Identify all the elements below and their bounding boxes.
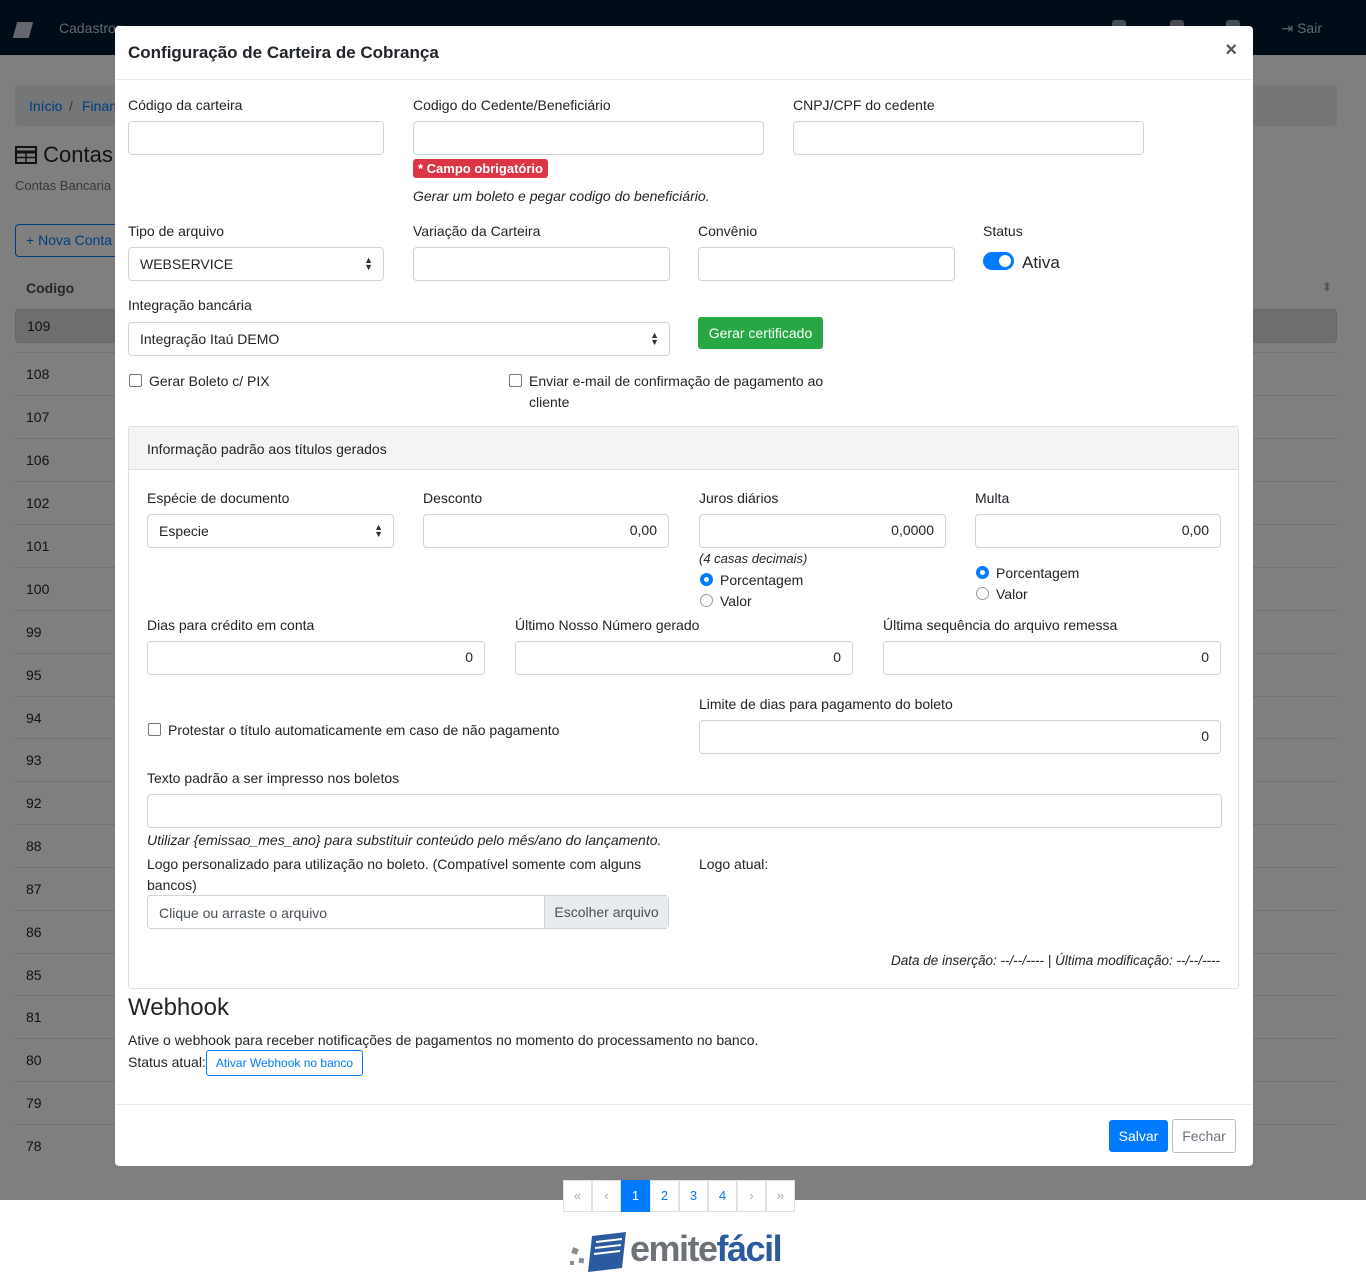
- enviar-email-checkbox[interactable]: [509, 374, 522, 387]
- multa-valor-radio[interactable]: [976, 587, 989, 600]
- protestar-label: Protestar o título automaticamente em ca…: [168, 722, 560, 738]
- multa-porcentagem-radio[interactable]: [976, 566, 989, 579]
- modal-header: Configuração de Carteira de Cobrança ×: [115, 26, 1253, 80]
- logo-file-input[interactable]: Clique ou arraste o arquivo Escolher arq…: [147, 895, 669, 929]
- wallet-config-modal: Configuração de Carteira de Cobrança × C…: [115, 26, 1253, 1166]
- limite-dias-input[interactable]: 0: [699, 720, 1221, 754]
- select-caret-icon: ▲ ▼: [374, 522, 383, 539]
- page-link[interactable]: 2: [650, 1180, 679, 1212]
- tipo-arquivo-select[interactable]: WEBSERVICE ▲ ▼: [128, 247, 384, 281]
- label-logo-2: bancos): [147, 877, 197, 893]
- ultima-sequencia-input[interactable]: 0: [883, 641, 1221, 675]
- label-especie: Espécie de documento: [147, 490, 290, 506]
- save-button[interactable]: Salvar: [1109, 1120, 1168, 1152]
- default-info-card: Informação padrão aos títulos gerados Es…: [128, 426, 1239, 989]
- required-badge: * Campo obrigatório: [413, 159, 548, 178]
- emitefacil-mark: [570, 1232, 626, 1272]
- multa-porcentagem-label: Porcentagem: [996, 565, 1080, 581]
- juros-valor-label: Valor: [720, 593, 752, 609]
- codigo-carteira-input[interactable]: [128, 121, 384, 155]
- emitefacil-wordmark: emitefácil: [630, 1228, 783, 1270]
- label-cnpj-cedente: CNPJ/CPF do cedente: [793, 97, 935, 113]
- label-tipo-arquivo: Tipo de arquivo: [128, 223, 224, 239]
- label-dias-credito: Dias para crédito em conta: [147, 617, 315, 633]
- protestar-checkbox[interactable]: [148, 723, 161, 736]
- page-link[interactable]: »: [766, 1180, 795, 1212]
- multa-valor-label: Valor: [996, 586, 1028, 602]
- tipo-arquivo-value: WEBSERVICE: [140, 256, 234, 272]
- juros-porcentagem-radio[interactable]: [700, 573, 713, 586]
- status-value: Ativa: [1022, 253, 1060, 272]
- enviar-email-label: Enviar e-mail de confirmação de pagament…: [529, 373, 824, 389]
- modal-title: Configuração de Carteira de Cobrança: [128, 43, 439, 62]
- webhook-title: Webhook: [128, 994, 229, 1021]
- page-link[interactable]: ›: [737, 1180, 766, 1212]
- juros-input[interactable]: 0,0000: [699, 514, 946, 548]
- label-logo: Logo personalizado para utilização no bo…: [147, 856, 642, 872]
- integracao-select[interactable]: Integração Itaú DEMO ▲ ▼: [128, 322, 670, 356]
- especie-value: Especie: [159, 523, 209, 539]
- card-title: Informação padrão aos títulos gerados: [129, 427, 1238, 470]
- emitefacil-logo: emitefácil: [564, 1222, 794, 1276]
- label-integracao: Integração bancária: [128, 297, 252, 313]
- label-codigo-carteira: Código da carteira: [128, 97, 243, 113]
- modal-footer-divider: [115, 1104, 1253, 1105]
- pagination: «‹ 1 2 3 4 ›»: [563, 1180, 795, 1212]
- convenio-input[interactable]: [698, 247, 955, 281]
- gerar-certificado-button[interactable]: Gerar certificado: [698, 317, 823, 349]
- cedente-hint: Gerar um boleto e pegar codigo do benefi…: [413, 188, 710, 204]
- integracao-value: Integração Itaú DEMO: [140, 331, 280, 347]
- ultimo-nosso-numero-input[interactable]: 0: [515, 641, 853, 675]
- desconto-input[interactable]: 0,00: [423, 514, 669, 548]
- label-convenio: Convênio: [698, 223, 758, 239]
- webhook-description: Ative o webhook para receber notificaçõe…: [128, 1032, 759, 1048]
- label-limite-dias: Limite de dias para pagamento do boleto: [699, 696, 953, 712]
- gerar-pix-label: Gerar Boleto c/ PIX: [149, 373, 270, 389]
- page-link[interactable]: 3: [679, 1180, 708, 1212]
- texto-padrao-hint: Utilizar {emissao_mes_ano} para substitu…: [147, 832, 662, 848]
- dias-credito-input[interactable]: 0: [147, 641, 485, 675]
- escolher-arquivo-button[interactable]: Escolher arquivo: [544, 896, 668, 928]
- close-icon[interactable]: ×: [1225, 39, 1237, 62]
- label-codigo-cedente: Codigo do Cedente/Beneficiário: [413, 97, 611, 113]
- page-link[interactable]: «: [563, 1180, 592, 1212]
- brand-part2: fácil: [716, 1228, 783, 1269]
- brand-part1: emite: [630, 1228, 718, 1269]
- cnpj-cedente-input[interactable]: [793, 121, 1144, 155]
- webhook-status-label: Status atual:: [128, 1054, 206, 1070]
- juros-valor-radio[interactable]: [700, 594, 713, 607]
- label-juros: Juros diários: [699, 490, 779, 506]
- close-button[interactable]: Fechar: [1172, 1119, 1236, 1153]
- label-desconto: Desconto: [423, 490, 483, 506]
- gerar-pix-checkbox[interactable]: [129, 374, 142, 387]
- page-link[interactable]: 4: [708, 1180, 737, 1212]
- select-caret-icon: ▲ ▼: [650, 330, 659, 347]
- texto-padrao-input[interactable]: [147, 794, 1222, 828]
- logo-file-placeholder: Clique ou arraste o arquivo: [159, 905, 328, 921]
- variacao-input[interactable]: [413, 247, 670, 281]
- juros-hint: (4 casas decimais): [699, 551, 808, 566]
- enviar-email-label-2: cliente: [529, 394, 570, 410]
- label-multa: Multa: [975, 490, 1010, 506]
- logo-atual-label: Logo atual:: [699, 856, 769, 872]
- page-link[interactable]: 1: [621, 1180, 650, 1212]
- record-timestamps: Data de inserção: --/--/---- | Última mo…: [890, 953, 1220, 968]
- activate-webhook-button[interactable]: Ativar Webhook no banco: [206, 1050, 363, 1076]
- juros-porcentagem-label: Porcentagem: [720, 572, 804, 588]
- label-ultimo-nosso-numero: Último Nosso Número gerado: [515, 617, 700, 633]
- label-texto-padrao: Texto padrão a ser impresso nos boletos: [147, 770, 400, 786]
- status-toggle[interactable]: [983, 252, 1014, 270]
- select-caret-icon: ▲ ▼: [364, 255, 373, 272]
- multa-input[interactable]: 0,00: [975, 514, 1221, 548]
- label-variacao: Variação da Carteira: [413, 223, 541, 239]
- label-status: Status: [983, 223, 1023, 239]
- label-ultima-sequencia: Última sequência do arquivo remessa: [883, 617, 1118, 633]
- codigo-cedente-input[interactable]: [413, 121, 764, 155]
- page-link[interactable]: ‹: [592, 1180, 621, 1212]
- especie-select[interactable]: Especie ▲ ▼: [147, 514, 394, 548]
